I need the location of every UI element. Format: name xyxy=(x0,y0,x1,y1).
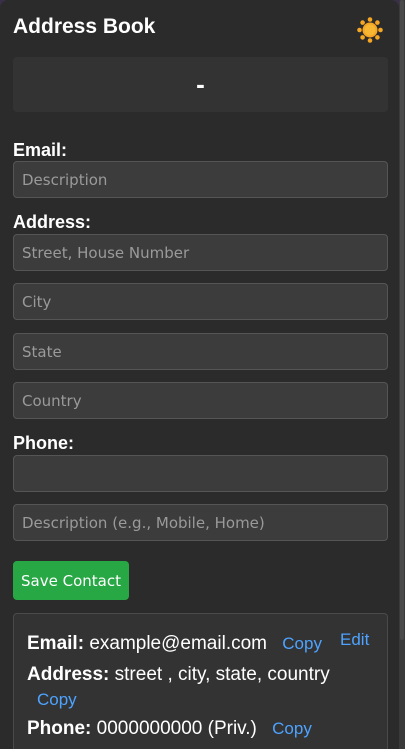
contact-address-label: Address: xyxy=(27,664,110,685)
contact-address-line: Address: street , city, state, country xyxy=(27,664,330,686)
edit-contact-link[interactable]: Edit xyxy=(340,630,369,650)
sun-icon[interactable] xyxy=(357,17,383,43)
phone-description-input[interactable] xyxy=(13,504,388,541)
contact-phone-label: Phone: xyxy=(27,718,92,739)
phone-label: Phone: xyxy=(13,433,74,453)
selected-contact-display: - xyxy=(13,57,388,112)
contact-address-value: street , city, state, country xyxy=(114,664,330,685)
scrollbar-thumb[interactable] xyxy=(400,0,404,640)
contact-email-line: Email: example@email.com Copy xyxy=(27,633,322,655)
contact-phone-value: 0000000000 (Priv.) xyxy=(96,718,257,739)
address-book-panel: Address Book - Email: Address: Phone: Sa… xyxy=(0,0,399,749)
contact-card: Email: example@email.com Copy Edit Addre… xyxy=(13,613,388,749)
country-input[interactable] xyxy=(13,382,388,419)
city-input[interactable] xyxy=(13,283,388,320)
copy-phone-link[interactable]: Copy xyxy=(272,719,312,738)
contact-email-label: Email: xyxy=(27,633,85,654)
copy-address-link[interactable]: Copy xyxy=(37,690,77,710)
address-label: Address: xyxy=(13,212,92,232)
page-title: Address Book xyxy=(13,15,156,38)
save-contact-button[interactable]: Save Contact xyxy=(13,561,129,600)
state-input[interactable] xyxy=(13,333,388,370)
copy-email-link[interactable]: Copy xyxy=(282,634,322,653)
email-description-input[interactable] xyxy=(13,161,388,198)
contact-phone-line: Phone: 0000000000 (Priv.) Copy xyxy=(27,718,312,740)
street-input[interactable] xyxy=(13,234,388,271)
scrollbar[interactable] xyxy=(399,0,405,749)
contact-email-value: example@email.com xyxy=(89,633,267,654)
phone-input[interactable] xyxy=(13,455,388,492)
email-label: Email: xyxy=(13,140,68,160)
